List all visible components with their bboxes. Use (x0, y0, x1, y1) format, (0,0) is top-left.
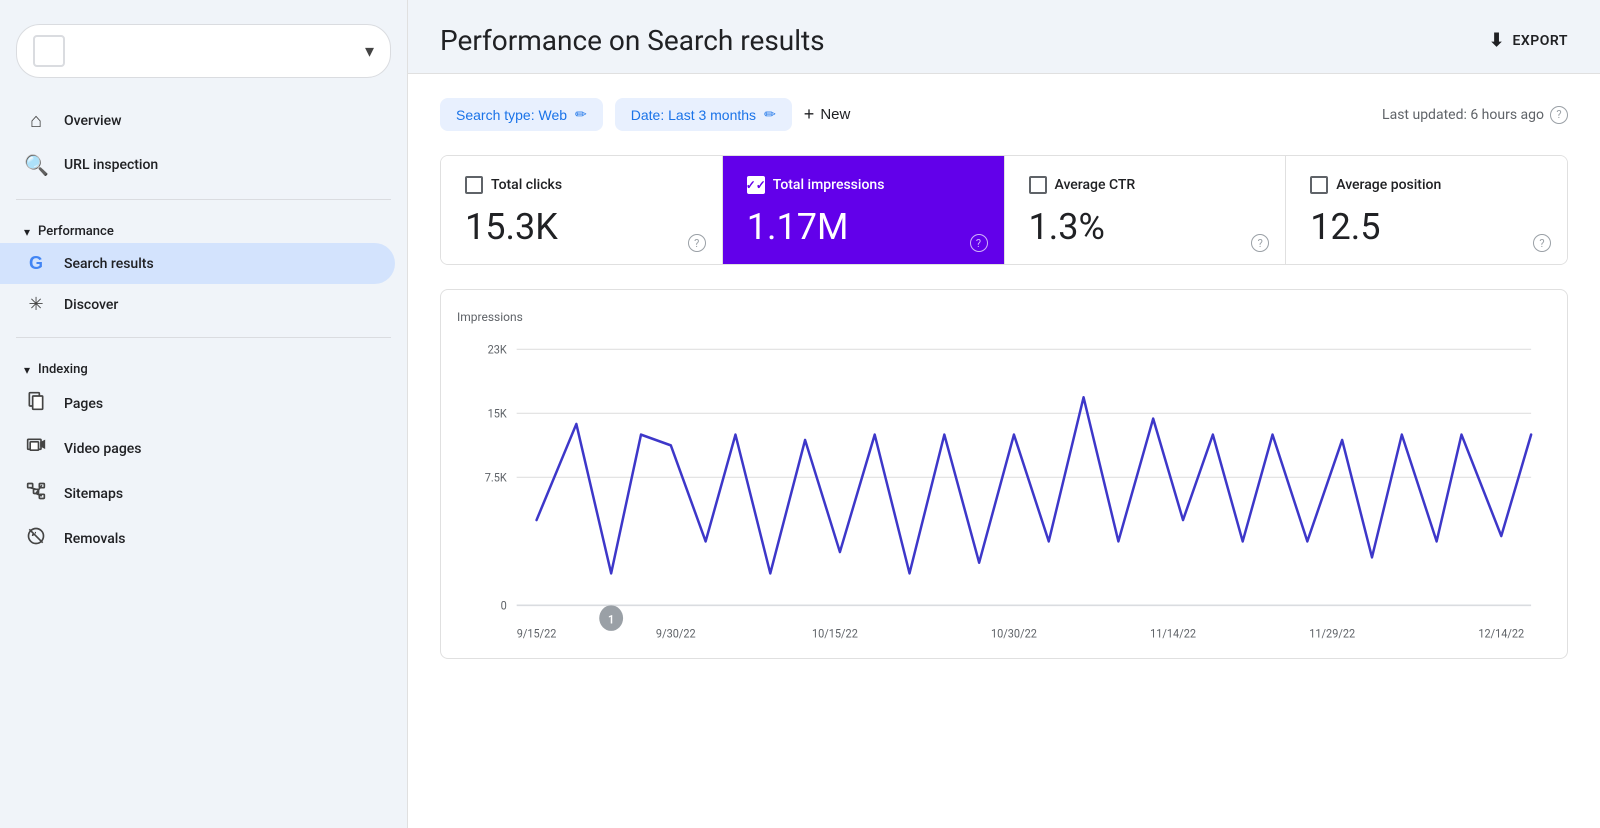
sidebar-section-performance[interactable]: ▾ Performance (0, 212, 407, 243)
metric-header: Total clicks (465, 176, 698, 194)
sidebar-item-label: URL inspection (64, 157, 158, 173)
new-filter-button[interactable]: + New (804, 104, 851, 125)
sidebar-item-label: Removals (64, 531, 126, 547)
metric-checkbox-ctr[interactable] (1029, 176, 1047, 194)
svg-text:9/30/22: 9/30/22 (656, 626, 696, 640)
sidebar-item-url-inspection[interactable]: 🔍 URL inspection (0, 143, 395, 187)
metric-label-clicks: Total clicks (491, 177, 562, 193)
metric-card-average-ctr[interactable]: Average CTR 1.3% ? (1005, 156, 1287, 264)
last-updated: Last updated: 6 hours ago ? (1382, 106, 1568, 124)
sidebar-divider-2 (16, 337, 391, 338)
chart-svg: 23K 15K 7.5K 0 9/15/22 9/30/22 10/15/22 … (457, 328, 1551, 648)
export-label: EXPORT (1513, 33, 1568, 49)
sidebar-item-video-pages[interactable]: Video pages (0, 426, 395, 471)
last-updated-help-icon[interactable]: ? (1550, 106, 1568, 124)
svg-text:1: 1 (608, 612, 614, 626)
svg-text:23K: 23K (488, 342, 508, 356)
svg-text:15K: 15K (488, 406, 508, 420)
caret-icon-2: ▾ (24, 363, 30, 377)
chart-section: Impressions 23K 15K 7.5K 0 9/15/ (440, 289, 1568, 659)
chart-y-axis-label: Impressions (457, 310, 1551, 324)
home-icon: ⌂ (24, 108, 48, 133)
metric-label-position: Average position (1336, 177, 1441, 193)
metric-card-total-impressions[interactable]: ✓ Total impressions 1.17M ? (723, 156, 1005, 264)
filter-bar: Search type: Web ✏ Date: Last 3 months ✏… (440, 98, 1568, 131)
export-button[interactable]: ⬇ EXPORT (1489, 30, 1568, 51)
metric-value-clicks: 15.3K (465, 206, 698, 248)
date-label: Date: Last 3 months (631, 107, 756, 123)
svg-text:11/29/22: 11/29/22 (1309, 626, 1355, 640)
metric-header: Average CTR (1029, 176, 1262, 194)
sitemaps-icon (24, 481, 48, 506)
video-icon (24, 436, 48, 461)
search-type-filter[interactable]: Search type: Web ✏ (440, 98, 603, 131)
main-content-area: Performance on Search results ⬇ EXPORT S… (408, 0, 1600, 828)
edit-icon: ✏ (575, 106, 587, 123)
google-icon: G (24, 253, 48, 274)
metric-header: Average position (1310, 176, 1543, 194)
svg-text:10/15/22: 10/15/22 (812, 626, 858, 640)
svg-text:0: 0 (501, 598, 507, 612)
sidebar-item-label: Video pages (64, 441, 141, 457)
section-label: Performance (38, 224, 114, 239)
pages-icon (24, 391, 48, 416)
metric-label-impressions: Total impressions (773, 177, 885, 193)
svg-text:12/14/22: 12/14/22 (1478, 626, 1524, 640)
caret-icon: ▾ (24, 225, 30, 239)
sidebar-item-pages[interactable]: Pages (0, 381, 395, 426)
new-label: New (820, 106, 850, 123)
export-icon: ⬇ (1489, 30, 1505, 51)
sidebar-item-label: Discover (64, 297, 118, 313)
metric-help-icon-impressions[interactable]: ? (970, 234, 988, 252)
property-selector[interactable]: ▾ (16, 24, 391, 78)
date-filter[interactable]: Date: Last 3 months ✏ (615, 98, 792, 131)
svg-text:11/14/22: 11/14/22 (1150, 626, 1196, 640)
last-updated-text: Last updated: 6 hours ago (1382, 107, 1544, 123)
metric-checkbox-clicks[interactable] (465, 176, 483, 194)
sidebar-item-label: Pages (64, 396, 103, 412)
svg-text:9/15/22: 9/15/22 (517, 626, 557, 640)
page-title: Performance on Search results (440, 24, 825, 57)
metric-card-average-position[interactable]: Average position 12.5 ? (1286, 156, 1567, 264)
metric-card-total-clicks[interactable]: Total clicks 15.3K ? (441, 156, 723, 264)
sidebar-item-label: Sitemaps (64, 486, 123, 502)
sidebar-item-sitemaps[interactable]: Sitemaps (0, 471, 395, 516)
sidebar-item-removals[interactable]: Removals (0, 516, 395, 561)
sidebar-divider (16, 199, 391, 200)
sidebar-item-discover[interactable]: ✳ Discover (0, 284, 395, 325)
sidebar-section-indexing[interactable]: ▾ Indexing (0, 350, 407, 381)
metric-value-position: 12.5 (1310, 206, 1543, 248)
sidebar-item-label: Search results (64, 256, 154, 272)
asterisk-icon: ✳ (24, 294, 48, 315)
chart-container: 23K 15K 7.5K 0 9/15/22 9/30/22 10/15/22 … (457, 328, 1551, 648)
metric-help-icon-clicks[interactable]: ? (688, 234, 706, 252)
main-content: Search type: Web ✏ Date: Last 3 months ✏… (408, 74, 1600, 828)
property-icon (33, 35, 65, 67)
metric-help-icon-position[interactable]: ? (1533, 234, 1551, 252)
metric-cards: Total clicks 15.3K ? ✓ Total impressions… (440, 155, 1568, 265)
metric-value-ctr: 1.3% (1029, 206, 1262, 248)
svg-text:10/30/22: 10/30/22 (991, 626, 1037, 640)
metric-help-icon-ctr[interactable]: ? (1251, 234, 1269, 252)
sidebar: ▾ ⌂ Overview 🔍 URL inspection ▾ Performa… (0, 0, 408, 828)
sidebar-item-overview[interactable]: ⌂ Overview (0, 98, 395, 143)
search-icon: 🔍 (24, 153, 48, 177)
metric-header: ✓ Total impressions (747, 176, 980, 194)
sidebar-item-search-results[interactable]: G Search results (0, 243, 395, 284)
metric-value-impressions: 1.17M (747, 206, 980, 248)
metric-checkbox-impressions[interactable]: ✓ (747, 176, 765, 194)
search-type-label: Search type: Web (456, 107, 567, 123)
sidebar-item-label: Overview (64, 113, 121, 129)
section-label: Indexing (38, 362, 88, 377)
removals-icon (24, 526, 48, 551)
metric-checkbox-position[interactable] (1310, 176, 1328, 194)
edit-icon-2: ✏ (764, 106, 776, 123)
chevron-down-icon: ▾ (365, 41, 374, 62)
svg-text:7.5K: 7.5K (485, 470, 508, 484)
plus-icon: + (804, 104, 815, 125)
page-header: Performance on Search results ⬇ EXPORT (408, 0, 1600, 74)
metric-label-ctr: Average CTR (1055, 177, 1136, 193)
